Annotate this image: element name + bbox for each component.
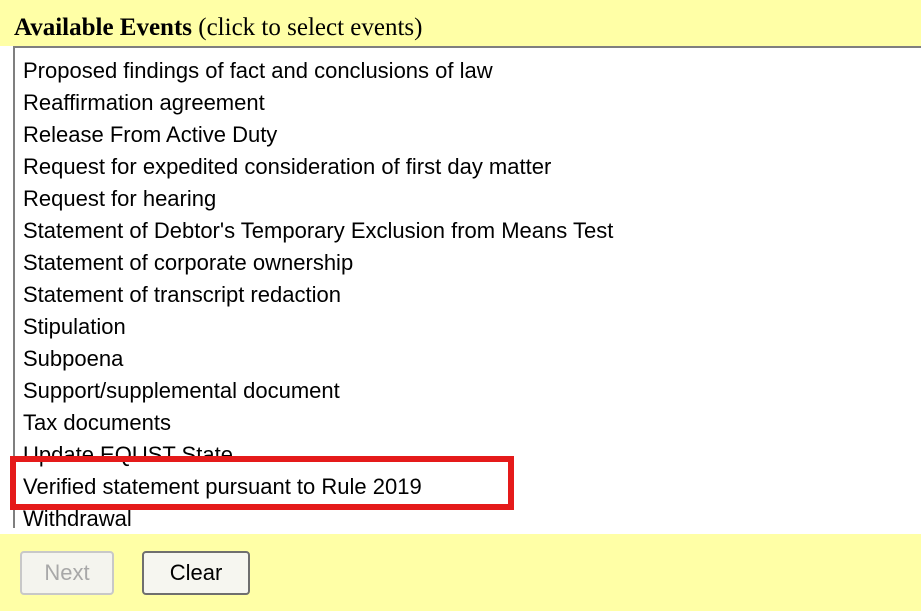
- next-button[interactable]: Next: [20, 551, 114, 595]
- event-option[interactable]: Support/supplemental document: [23, 375, 613, 407]
- event-option[interactable]: Update EQUST State: [23, 439, 613, 471]
- event-option[interactable]: Request for expedited consideration of f…: [23, 151, 613, 183]
- event-option[interactable]: Statement of Debtor's Temporary Exclusio…: [23, 215, 613, 247]
- event-option[interactable]: Reaffirmation agreement: [23, 87, 613, 119]
- event-option[interactable]: Subpoena: [23, 343, 613, 375]
- event-option[interactable]: Release From Active Duty: [23, 119, 613, 151]
- event-option-verified-statement[interactable]: Verified statement pursuant to Rule 2019: [23, 471, 613, 503]
- clear-button[interactable]: Clear: [142, 551, 250, 595]
- events-list: Proposed findings of fact and conclusion…: [23, 55, 613, 528]
- footer-band: [0, 534, 921, 611]
- event-option[interactable]: Stipulation: [23, 311, 613, 343]
- panel-title: Available Events: [14, 14, 193, 41]
- event-option[interactable]: Tax documents: [23, 407, 613, 439]
- event-option[interactable]: Proposed findings of fact and conclusion…: [23, 55, 613, 87]
- available-events-panel: Available Events (click to select events…: [0, 0, 921, 611]
- event-option[interactable]: Withdrawal: [23, 503, 613, 528]
- panel-header: Available Events (click to select events…: [14, 14, 422, 42]
- events-listbox[interactable]: Proposed findings of fact and conclusion…: [13, 46, 921, 528]
- event-option[interactable]: Statement of corporate ownership: [23, 247, 613, 279]
- panel-hint: (click to select events): [198, 14, 423, 41]
- event-option[interactable]: Statement of transcript redaction: [23, 279, 613, 311]
- event-option[interactable]: Request for hearing: [23, 183, 613, 215]
